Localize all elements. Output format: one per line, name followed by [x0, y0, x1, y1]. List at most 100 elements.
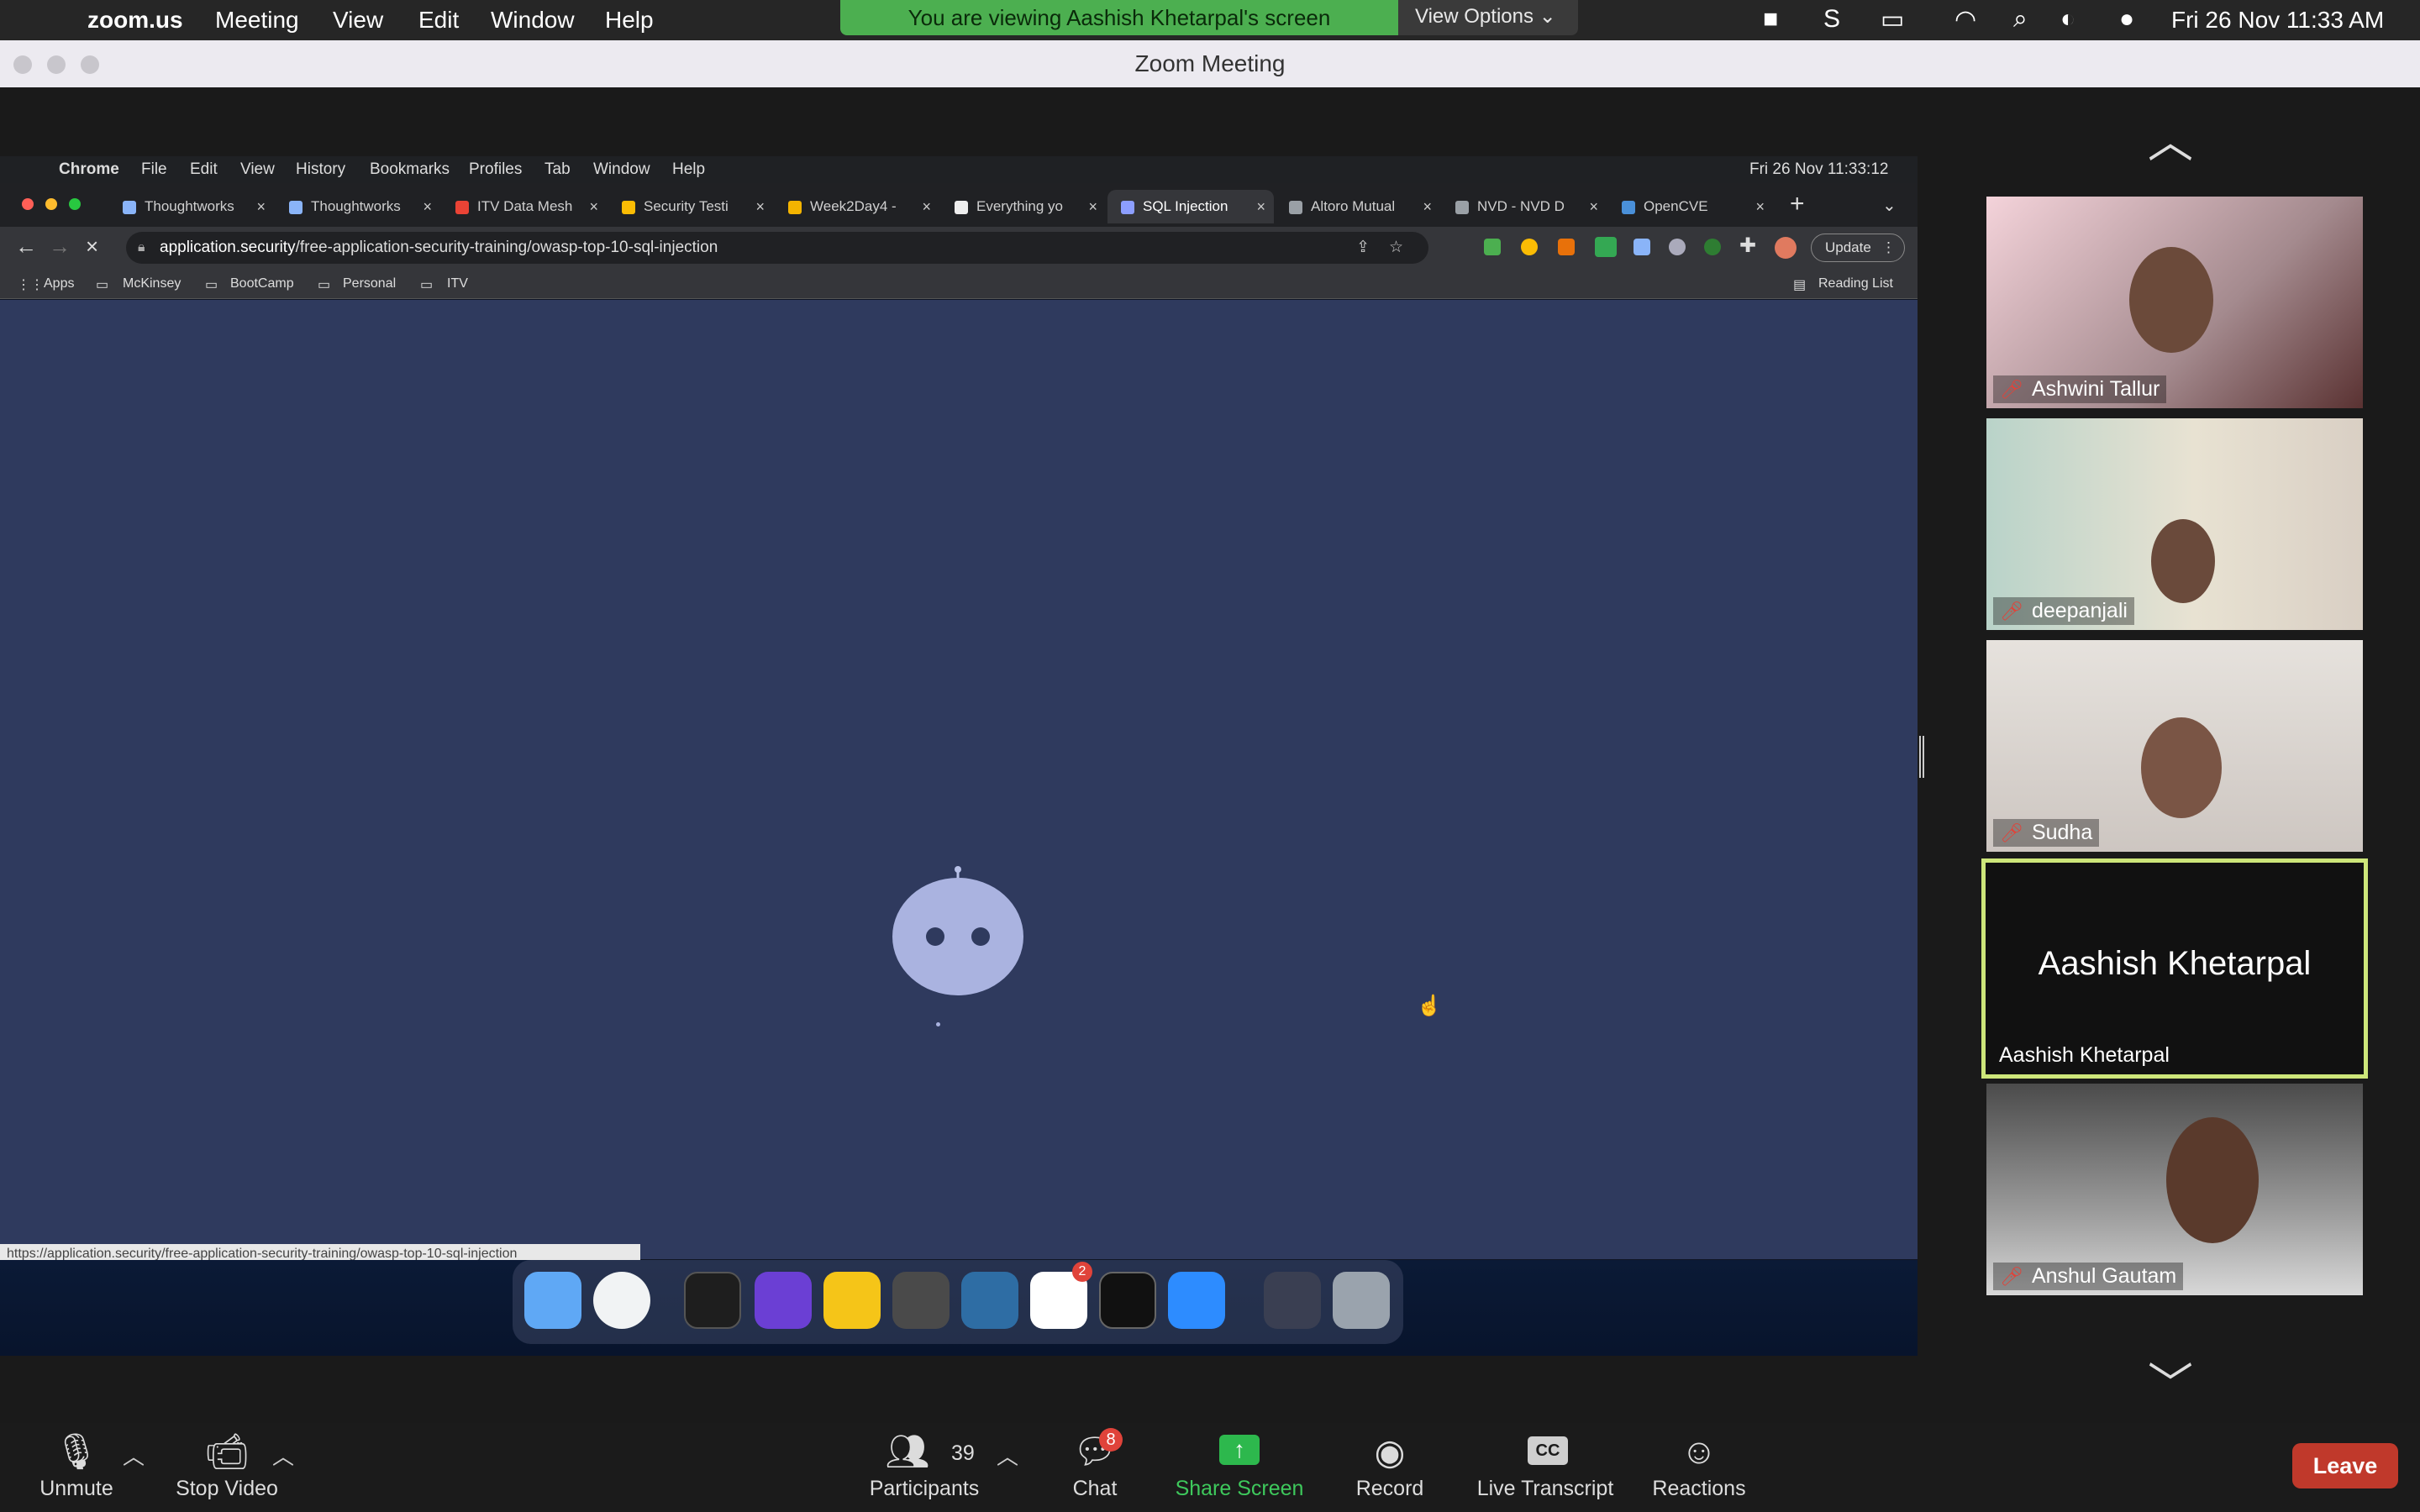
- shared-menu-window: Window: [593, 160, 650, 178]
- window-zoom-button[interactable]: [81, 55, 99, 74]
- split-view-handle[interactable]: [1919, 736, 1924, 778]
- share-screen-label: Share Screen: [1175, 1477, 1304, 1500]
- chat-unread-badge: 8: [1099, 1428, 1123, 1452]
- unmute-label: Unmute: [39, 1477, 113, 1500]
- siri-icon[interactable]: ●: [2119, 5, 2134, 34]
- shared-menu-bookmarks: Bookmarks: [370, 160, 450, 178]
- shared-menubar-clock: Fri 26 Nov 11:33:12: [1749, 160, 1889, 178]
- lock-icon: 🔒︎: [138, 240, 145, 255]
- chrome-tab: OpenCVE ×: [1608, 190, 1773, 223]
- menu-view[interactable]: View: [333, 7, 383, 34]
- tab-close-icon: ×: [1423, 198, 1432, 215]
- chrome-minimize-dot: [45, 198, 57, 210]
- share-screen-button[interactable]: ↑ Share Screen: [1173, 1423, 1306, 1512]
- leave-button[interactable]: Leave: [2292, 1443, 2398, 1488]
- extension-icon: [1558, 239, 1575, 255]
- extension-icon: [1704, 239, 1721, 255]
- chrome-tab: Thoughtworks ×: [109, 190, 274, 223]
- participant-tile[interactable]: 🎤︎ Ashwini Tallur: [1986, 197, 2363, 408]
- record-icon: ◉: [1374, 1432, 1406, 1472]
- chat-button[interactable]: 💬︎ 8 Chat: [1059, 1423, 1131, 1512]
- miro-icon: [823, 1272, 881, 1329]
- chrome-tab: NVD - NVD D ×: [1442, 190, 1607, 223]
- participants-icon: 👥︎: [885, 1431, 930, 1471]
- shared-menu-history: History: [296, 160, 346, 178]
- tab-title: Everything yo: [976, 198, 1063, 214]
- shared-menu-view: View: [240, 160, 275, 178]
- participant-name: 🎤︎ Sudha: [1993, 819, 2100, 847]
- shared-mac-menubar: Chrome File Edit View History Bookmarks …: [0, 156, 1918, 183]
- view-options-button[interactable]: View Options ⌄: [1398, 0, 1578, 35]
- audio-options-chevron-icon[interactable]: ︿: [123, 1440, 145, 1471]
- spotlight-search-icon[interactable]: ⌕: [2013, 5, 2028, 34]
- battery-icon[interactable]: ▭: [1881, 5, 1904, 34]
- mic-muted-icon: 🎙︎: [54, 1431, 99, 1471]
- record-button[interactable]: ◉ Record: [1344, 1423, 1435, 1512]
- screen-share-banner: You are viewing Aashish Khetarpal's scre…: [840, 0, 1398, 35]
- terminal-icon: [684, 1272, 741, 1329]
- shared-menu-file: File: [141, 160, 167, 178]
- shared-menu-help: Help: [672, 160, 706, 178]
- drive-extension-icon: [1484, 239, 1501, 255]
- participant-count: 39: [951, 1441, 975, 1465]
- gallery-scroll-down-icon[interactable]: ﹀: [2148, 1347, 2193, 1414]
- kebab-menu-icon: ⋮: [1881, 239, 1896, 255]
- control-center-icon[interactable]: ◐: [2060, 5, 2075, 34]
- menu-window[interactable]: Window: [491, 7, 575, 34]
- app-menu-zoom[interactable]: zoom.us: [87, 7, 183, 34]
- tab-close-icon: ×: [1589, 198, 1598, 215]
- reading-list: Reading List: [1818, 276, 1893, 291]
- tab-close-icon: ×: [1088, 198, 1097, 215]
- menubar-clock[interactable]: Fri 26 Nov 11:33 AM: [2171, 7, 2384, 34]
- chrome-update-button: Update ⋮: [1811, 234, 1905, 262]
- shared-menu-edit: Edit: [190, 160, 218, 178]
- participants-options-chevron-icon[interactable]: ︿: [997, 1440, 1018, 1471]
- live-transcript-button[interactable]: CC Live Transcript: [1472, 1423, 1618, 1512]
- menu-meeting[interactable]: Meeting: [215, 7, 299, 34]
- reactions-button[interactable]: ☺ Reactions: [1647, 1423, 1751, 1512]
- participant-tile[interactable]: 🎤︎ Anshul Gautam: [1986, 1084, 2363, 1295]
- window-close-button[interactable]: [13, 55, 32, 74]
- folder-icon: ▭: [96, 278, 109, 292]
- downloads-stack-icon: [1264, 1272, 1321, 1329]
- unmute-button[interactable]: 🎙︎ Unmute: [25, 1423, 128, 1512]
- tab-favicon: [289, 200, 302, 214]
- closed-caption-icon: CC: [1528, 1436, 1568, 1465]
- participant-video: [2141, 717, 2222, 818]
- sublime-status-icon[interactable]: S: [1823, 5, 1840, 34]
- participant-tile[interactable]: 🎤︎ Sudha: [1986, 640, 2363, 852]
- bookmark-mckinsey: McKinsey: [123, 276, 182, 291]
- extensions-puzzle-icon: ✚: [1739, 234, 1757, 257]
- wifi-icon[interactable]: ◠: [1954, 5, 1976, 34]
- mouse-cursor-icon: ☝: [1417, 995, 1442, 1017]
- reaction-smiley-icon: ☺: [1681, 1431, 1718, 1471]
- share-screen-arrow-icon: ↑: [1219, 1435, 1260, 1465]
- slides-favicon: [788, 200, 802, 214]
- video-options-chevron-icon[interactable]: ︿: [272, 1440, 294, 1471]
- participants-button[interactable]: 👥︎ 39 Participants: [865, 1423, 983, 1512]
- participant-tile[interactable]: 🎤︎ deepanjali: [1986, 418, 2363, 630]
- finder-icon: [524, 1272, 581, 1329]
- bookmark-apps: Apps: [44, 276, 75, 291]
- chrome-close-dot: [22, 198, 34, 210]
- tab-title: SQL Injection: [1143, 198, 1228, 214]
- menu-edit[interactable]: Edit: [418, 7, 459, 34]
- participant-tile-active-speaker[interactable]: Aashish Khetarpal Aashish Khetarpal: [1981, 858, 2368, 1079]
- window-title: Zoom Meeting: [0, 40, 2420, 87]
- zoom-status-icon[interactable]: ■: [1763, 5, 1778, 34]
- participant-name-text: Sudha: [2031, 821, 2093, 844]
- gallery-scroll-up-icon[interactable]: ︿: [2148, 104, 2193, 171]
- stop-video-button[interactable]: 📹︎ Stop Video: [168, 1423, 286, 1512]
- bookmark-star-icon: ☆: [1388, 239, 1403, 256]
- stop-loading-icon: ×: [86, 234, 99, 259]
- tab-favicon: [1455, 200, 1469, 214]
- mic-muted-icon: 🎤︎: [2000, 601, 2023, 622]
- menu-help[interactable]: Help: [605, 7, 654, 34]
- mic-muted-icon: 🎤︎: [2000, 822, 2023, 843]
- record-label: Record: [1355, 1477, 1424, 1500]
- reading-list-icon: ▤: [1793, 278, 1807, 292]
- window-minimize-button[interactable]: [47, 55, 66, 74]
- participant-video: [2129, 247, 2213, 353]
- chrome-tab: Altoro Mutual ×: [1276, 190, 1440, 223]
- address-bar: 🔒︎ application.security/free-application…: [126, 232, 1428, 264]
